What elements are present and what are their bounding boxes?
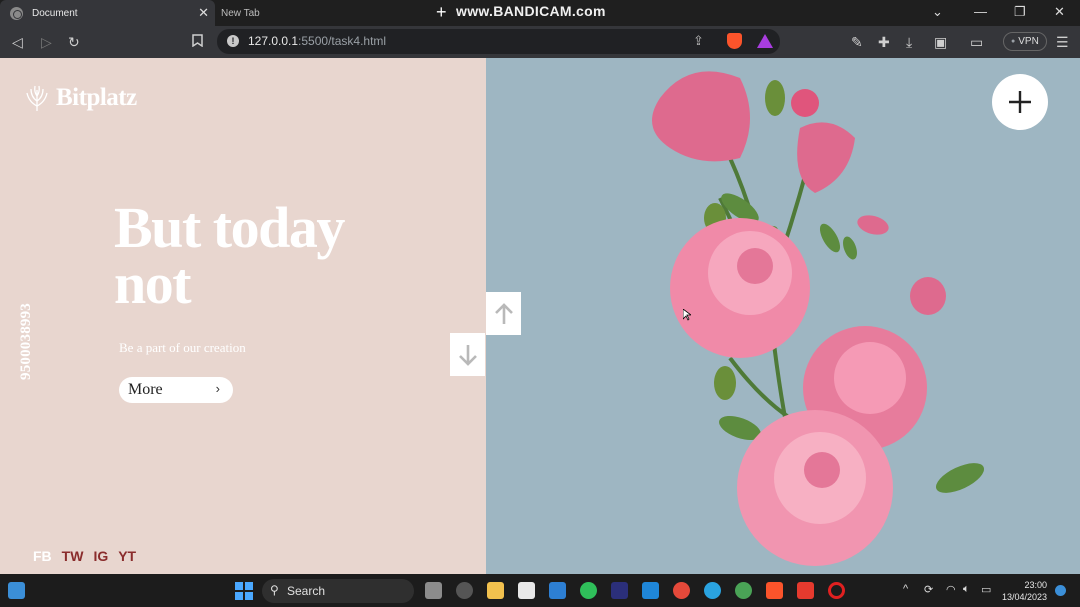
hero-subtitle: Be a part of our creation bbox=[119, 340, 246, 355]
widgets-icon[interactable] bbox=[8, 582, 25, 599]
mouse-cursor-icon bbox=[683, 309, 691, 321]
wallet-icon[interactable]: ▭ bbox=[970, 33, 983, 51]
notification-icon[interactable] bbox=[1055, 585, 1066, 596]
address-bar[interactable]: ! 127.0.0.1:5500/task4.html ⇪ bbox=[217, 29, 780, 54]
windows-taskbar: ⚲ Search ^ ⟳ ◠ 🔈︎ ▭ 23:00 13/04/2023 bbox=[0, 574, 1080, 607]
url-text[interactable]: 127.0.0.1:5500/task4.html bbox=[248, 34, 386, 48]
menu-icon[interactable]: ☰ bbox=[1056, 33, 1069, 51]
social-links: FB TW IG YT bbox=[33, 548, 136, 564]
battery-icon[interactable]: ▭ bbox=[981, 583, 991, 596]
clock[interactable]: 23:00 13/04/2023 bbox=[1000, 579, 1047, 603]
store-icon[interactable] bbox=[518, 582, 535, 599]
bookmark-icon[interactable] bbox=[192, 33, 203, 51]
plus-icon bbox=[1009, 91, 1031, 113]
jetbrains-icon[interactable] bbox=[611, 582, 628, 599]
clock-time: 23:00 bbox=[1024, 580, 1047, 590]
chrome-icon[interactable] bbox=[673, 582, 690, 599]
logo-text: Bitplatz bbox=[56, 84, 137, 111]
pen-extension-icon[interactable]: ✎ bbox=[851, 33, 863, 51]
close-window-button[interactable]: ✕ bbox=[1054, 4, 1065, 20]
globe-icon bbox=[10, 6, 23, 20]
brave-taskbar-icon[interactable] bbox=[766, 582, 783, 599]
roses-illustration bbox=[652, 71, 985, 566]
arrow-up-icon bbox=[494, 302, 513, 324]
volume-icon[interactable]: 🔈︎ bbox=[963, 583, 970, 596]
wifi-icon[interactable]: ◠ bbox=[946, 583, 956, 596]
scroll-up-button[interactable] bbox=[486, 292, 521, 335]
close-tab-icon[interactable]: ✕ bbox=[198, 5, 209, 21]
web-page: Bitplatz But today not Be a part of our … bbox=[0, 58, 1080, 574]
add-button[interactable] bbox=[992, 74, 1048, 130]
vpn-button[interactable]: VPN bbox=[1003, 32, 1047, 51]
more-button[interactable]: More › bbox=[119, 377, 233, 403]
brave-rewards-icon[interactable] bbox=[757, 34, 773, 48]
browser-tab-strip: Document ✕ New Tab + www.BANDICAM.com ⌄ … bbox=[0, 0, 1080, 26]
logo[interactable]: Bitplatz bbox=[24, 84, 137, 112]
minimize-button[interactable]: — bbox=[974, 4, 987, 20]
bandicam-record-icon[interactable] bbox=[828, 582, 845, 599]
arrow-down-icon bbox=[458, 344, 477, 366]
social-link-tw[interactable]: TW bbox=[62, 548, 84, 564]
new-tab-button[interactable]: + bbox=[436, 2, 447, 22]
tab-search-chevron-icon[interactable]: ⌄ bbox=[932, 4, 943, 20]
forward-icon[interactable]: ▷ bbox=[41, 33, 52, 51]
whatsapp-icon[interactable] bbox=[580, 582, 597, 599]
telegram-icon[interactable] bbox=[704, 582, 721, 599]
more-button-label: More bbox=[128, 381, 163, 398]
tab-document[interactable]: Document ✕ bbox=[0, 0, 215, 26]
browser-toolbar: ◁ ▷ ↻ ! 127.0.0.1:5500/task4.html ⇪ ✎ ✚ … bbox=[0, 26, 1080, 58]
left-panel: Bitplatz But today not Be a part of our … bbox=[0, 58, 486, 574]
reload-icon[interactable]: ↻ bbox=[68, 33, 80, 51]
tab-new-tab[interactable]: New Tab bbox=[215, 0, 425, 26]
search-icon: ⚲ bbox=[270, 583, 279, 597]
taskbar-search[interactable]: ⚲ Search bbox=[262, 579, 414, 603]
social-link-fb[interactable]: FB bbox=[33, 548, 52, 564]
search-label: Search bbox=[287, 584, 326, 598]
vscode-icon[interactable] bbox=[642, 582, 659, 599]
share-icon[interactable]: ⇪ bbox=[693, 33, 704, 49]
social-link-yt[interactable]: YT bbox=[118, 548, 136, 564]
tray-chevron-icon[interactable]: ^ bbox=[903, 583, 908, 595]
site-info-icon[interactable]: ! bbox=[227, 35, 239, 47]
chevron-right-icon: › bbox=[215, 381, 220, 396]
globe-app-icon[interactable] bbox=[735, 582, 752, 599]
extensions-icon[interactable]: ✚ bbox=[878, 33, 890, 51]
clock-date: 13/04/2023 bbox=[1001, 592, 1047, 602]
start-icon[interactable] bbox=[235, 582, 253, 600]
wps-office-icon[interactable] bbox=[797, 582, 814, 599]
scroll-down-button[interactable] bbox=[450, 333, 485, 376]
brave-shields-icon[interactable] bbox=[727, 33, 742, 49]
file-explorer-icon[interactable] bbox=[487, 582, 504, 599]
sync-icon[interactable]: ⟳ bbox=[924, 583, 933, 596]
download-icon[interactable]: ⤓ bbox=[906, 33, 912, 51]
tab-label: Document bbox=[32, 7, 78, 19]
sidebar-icon[interactable]: ▣ bbox=[934, 33, 947, 51]
photos-icon[interactable] bbox=[549, 582, 566, 599]
leaf-logo-icon bbox=[26, 85, 48, 111]
restore-button[interactable]: ❐ bbox=[1014, 4, 1026, 20]
camera-app-icon[interactable] bbox=[456, 582, 473, 599]
social-link-ig[interactable]: IG bbox=[93, 548, 108, 564]
tab-label: New Tab bbox=[221, 7, 260, 19]
back-icon[interactable]: ◁ bbox=[12, 33, 23, 51]
task-view-icon[interactable] bbox=[425, 582, 442, 599]
bandicam-watermark: www.BANDICAM.com bbox=[456, 3, 606, 19]
vertical-phone-number: 9500038993 bbox=[18, 303, 34, 380]
hero-title: But today not bbox=[114, 195, 345, 316]
